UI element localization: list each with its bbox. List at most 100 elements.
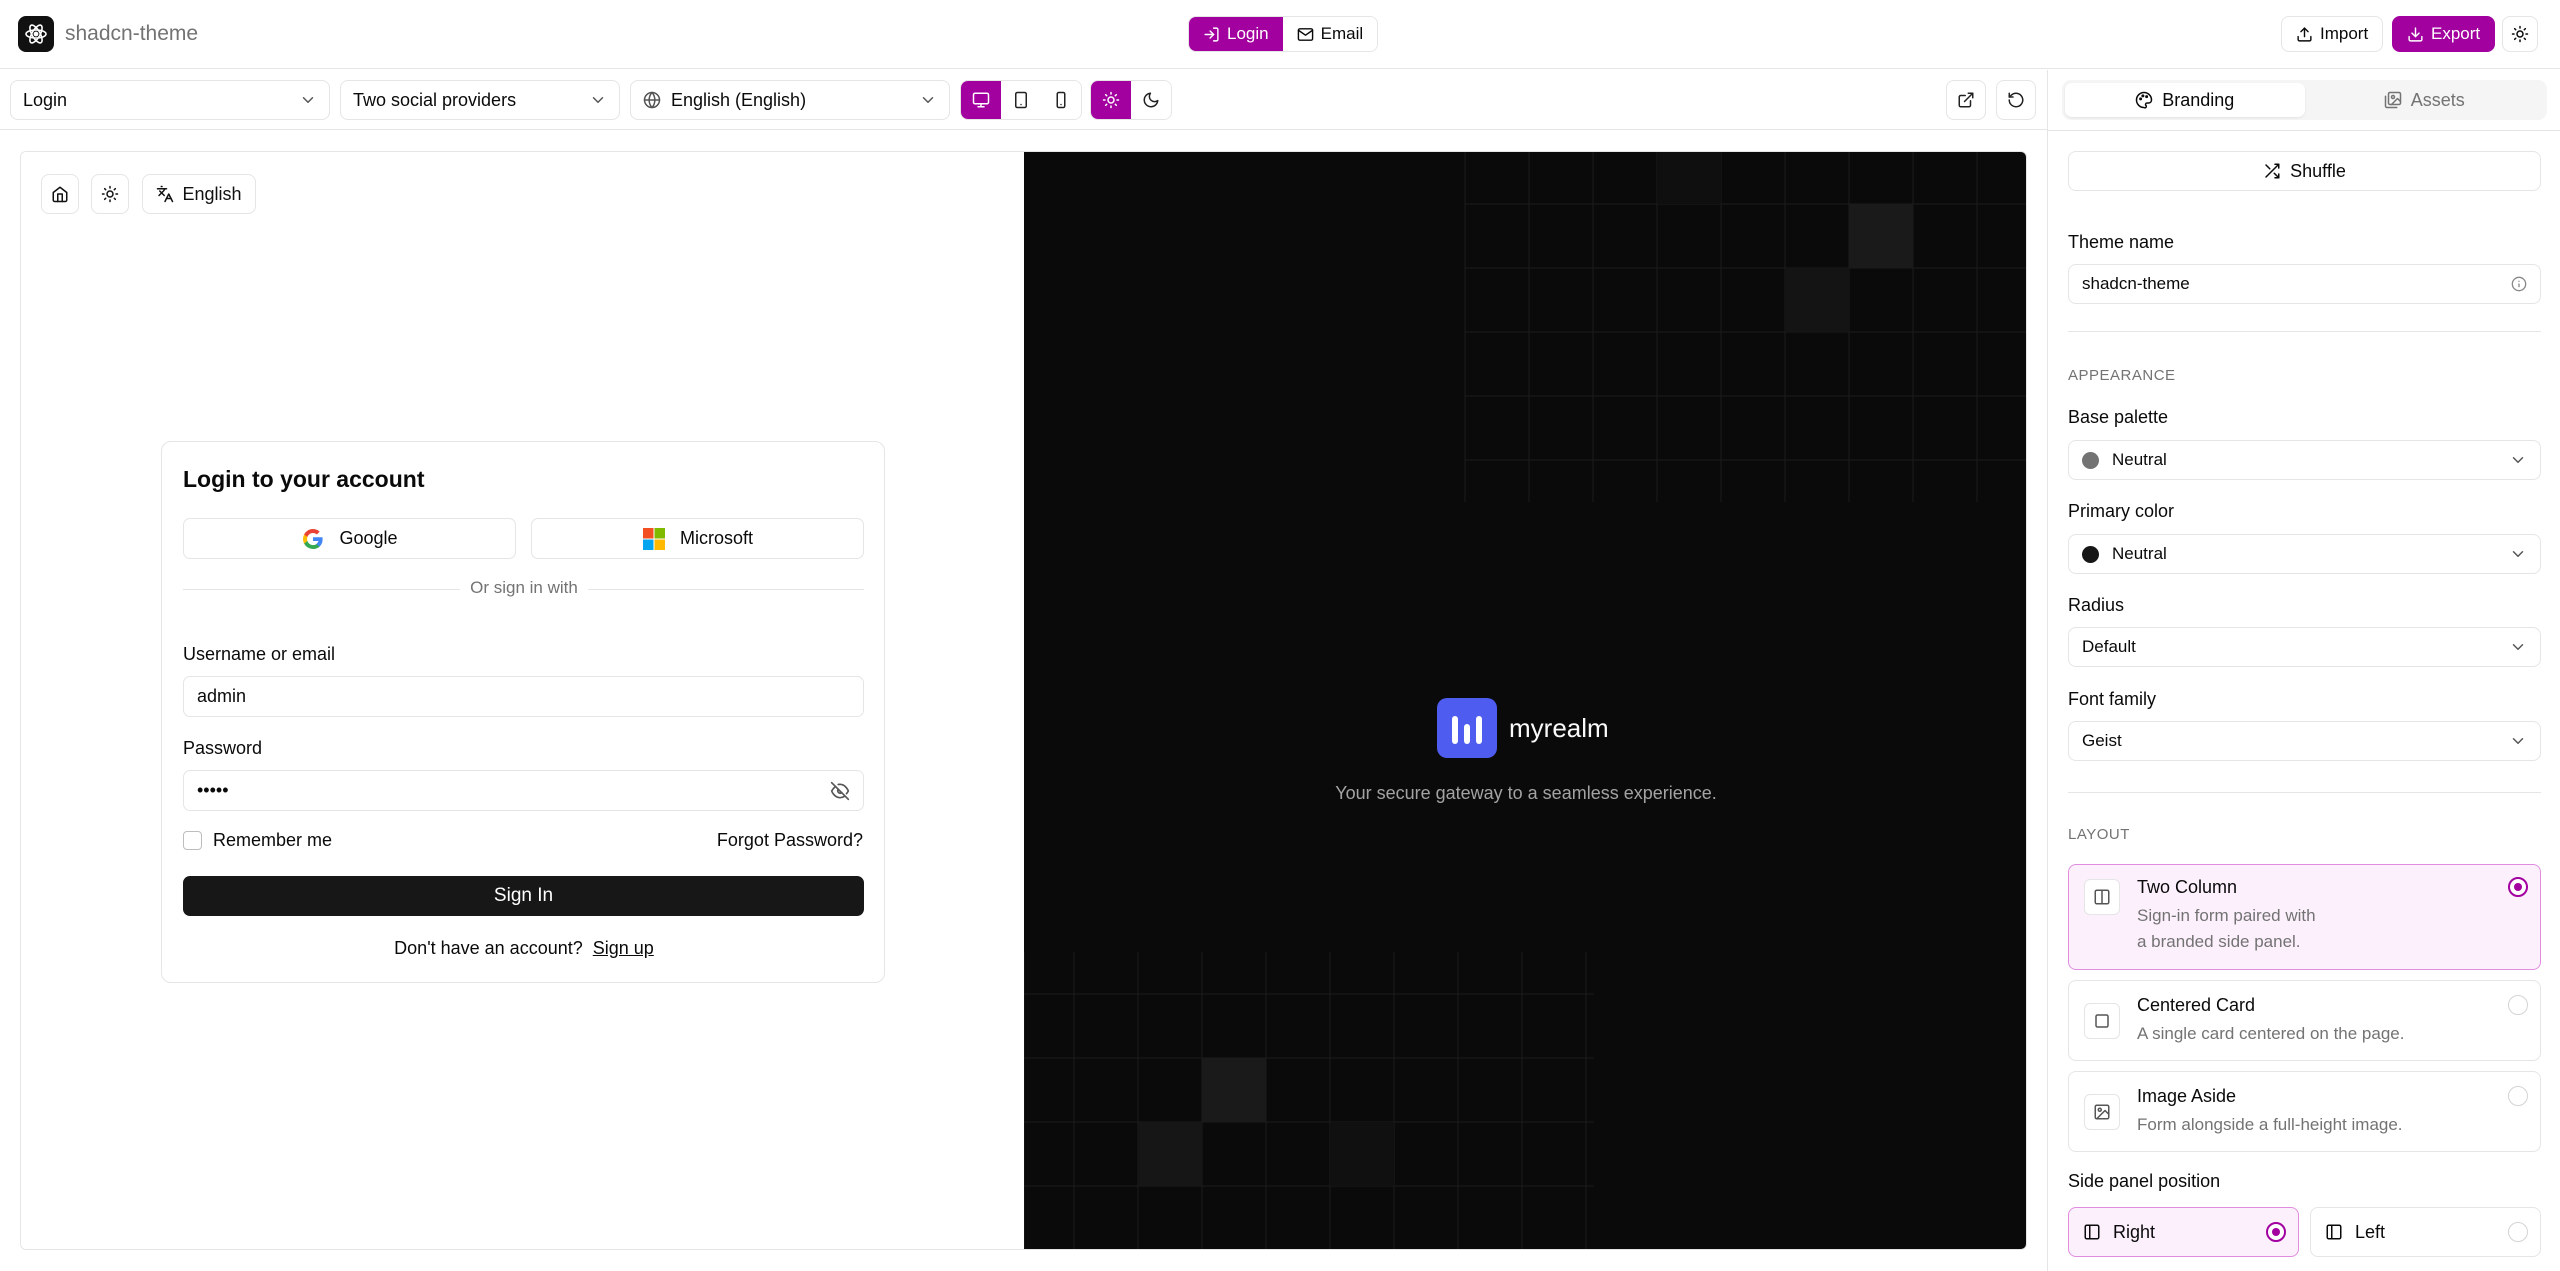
tab-assets[interactable]: Assets [2305,83,2545,117]
layout-option-two-column[interactable]: Two Column Sign-in form paired with a br… [2068,864,2541,970]
shuffle-button[interactable]: Shuffle [2068,151,2541,191]
info-icon [2511,276,2527,292]
radius-value: Default [2082,637,2136,656]
tablet-icon [1015,91,1027,109]
layout-option-centered-card[interactable]: Centered Card A single card centered on … [2068,980,2541,1061]
brand-panel: myrealm Your secure gateway to a seamles… [1024,152,2026,1249]
tab-login[interactable]: Login [1189,17,1283,51]
sun-icon [1102,91,1120,109]
login-title: Login to your account [183,466,425,492]
dark-mode-button[interactable] [1131,81,1171,119]
import-button[interactable]: Import [2281,16,2384,52]
react-logo-icon [18,16,54,52]
reset-button[interactable] [1996,80,2036,120]
desktop-view-button[interactable] [961,81,1001,119]
eye-off-icon[interactable] [830,781,850,801]
divider-text: Or sign in with [162,578,886,598]
brand-lockup: myrealm [1437,698,1609,758]
password-input[interactable]: ••••• [183,770,864,811]
layout-radio[interactable] [2508,1086,2528,1106]
columns-icon [2084,879,2120,915]
side-position-radio-selected[interactable] [2266,1222,2286,1242]
chevron-down-icon [2512,644,2524,650]
panel-divider [2048,130,2560,131]
page-select-value: Login [23,89,68,110]
smartphone-icon [1056,91,1066,109]
side-position-right[interactable]: Right [2068,1207,2299,1257]
external-link-icon [1958,92,1974,108]
tab-assets-label: Assets [2410,89,2465,110]
side-position-left[interactable]: Left [2310,1207,2541,1257]
myrealm-logo-icon [1437,698,1497,758]
signup-row: Don't have an account? Sign up [162,938,886,959]
font-family-label: Font family [2068,689,2157,709]
home-icon [52,186,68,203]
variant-select[interactable]: Two social providers [340,80,620,120]
font-family-value: Geist [2082,731,2122,750]
login-card: Login to your account Google Microsoft O… [161,441,885,983]
preview-theme-button[interactable] [91,174,129,214]
google-logo-icon [303,528,324,549]
base-palette-select[interactable]: Neutral [2068,440,2541,480]
image-icon [2084,1094,2120,1130]
sun-icon [101,185,119,203]
mobile-view-button[interactable] [1041,81,1081,119]
forgot-password-link[interactable]: Forgot Password? [717,830,863,851]
side-position-radio[interactable] [2508,1222,2528,1242]
upload-icon [2297,26,2312,42]
home-button[interactable] [41,174,79,214]
theme-settings-panel: Branding Assets Shuffle Theme name shadc… [2047,70,2560,1271]
sign-in-button[interactable]: Sign In [183,876,864,916]
layout-radio[interactable] [2508,995,2528,1015]
remember-checkbox[interactable] [183,831,202,850]
username-input[interactable]: admin [183,676,864,717]
radius-select[interactable]: Default [2068,627,2541,667]
tablet-view-button[interactable] [1001,81,1041,119]
shuffle-label: Shuffle [2290,160,2346,181]
page-select[interactable]: Login [10,80,330,120]
tab-email[interactable]: Email [1282,17,1378,51]
login-preview: English Login to your account Google Mic… [20,151,2027,1250]
form-column: English Login to your account Google Mic… [21,152,1024,1249]
mode-switcher: Login Email [1188,16,1379,52]
layout-radio-selected[interactable] [2508,877,2528,897]
sign-up-link[interactable]: Sign up [593,938,654,958]
google-button[interactable]: Google [183,518,516,559]
side-position-label: Right [2113,1221,2156,1242]
device-switcher [960,80,1082,120]
layout-desc-line1: A single card centered on the page. [2137,1024,2405,1043]
layout-option-image-aside[interactable]: Image Aside Form alongside a full-height… [2068,1071,2541,1152]
tab-branding-label: Branding [2162,89,2235,110]
username-value: admin [197,686,247,706]
primary-color-value: Neutral [2112,544,2167,563]
microsoft-button[interactable]: Microsoft [531,518,864,559]
mail-icon [1297,27,1313,41]
language-select[interactable]: English (English) [630,80,950,120]
export-button[interactable]: Export [2392,16,2496,52]
import-label: Import [2320,24,2369,43]
tab-login-label: Login [1227,24,1269,43]
app-title: shadcn-theme [65,22,199,45]
primary-color-swatch [2082,545,2099,563]
open-external-button[interactable] [1946,80,1986,120]
chevron-down-icon [2512,551,2524,557]
primary-color-label: Primary color [2068,501,2175,521]
remember-label: Remember me [213,830,333,850]
chevron-down-icon [2512,457,2524,463]
layout-heading: LAYOUT [2068,826,2130,843]
layout-desc-line2: a branded side panel. [2137,932,2301,951]
font-family-select[interactable]: Geist [2068,721,2541,761]
panel-right-icon [2084,1224,2100,1240]
radius-label: Radius [2068,595,2125,615]
primary-color-select[interactable]: Neutral [2068,534,2541,574]
password-label: Password [183,738,263,758]
divider-label: Or sign in with [460,578,588,597]
tab-branding[interactable]: Branding [2065,83,2305,117]
locale-button[interactable]: English [142,174,256,214]
light-mode-button[interactable] [1091,81,1131,119]
layout-desc-line1: Sign-in form paired with [2137,906,2316,925]
theme-toggle-button[interactable] [2502,16,2538,52]
theme-name-input[interactable]: shadcn-theme [2068,264,2541,304]
language-select-value: English (English) [671,89,807,110]
brand-tagline: Your secure gateway to a seamless experi… [1335,783,1717,803]
